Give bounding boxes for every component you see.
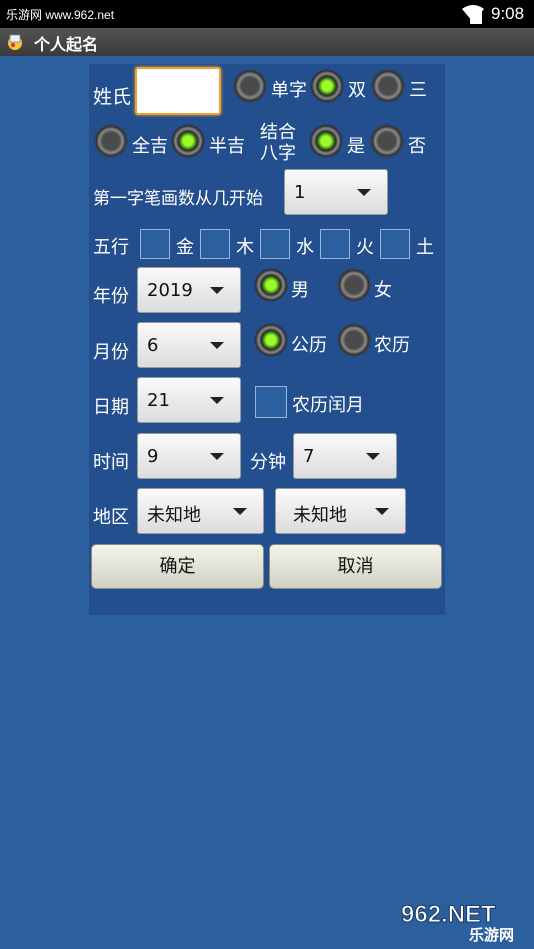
hour-value: 9 — [147, 446, 159, 467]
watermark-sub: 乐游网 — [469, 926, 514, 944]
chevron-down-icon — [210, 453, 224, 460]
checkbox-wood[interactable] — [200, 229, 230, 259]
bazi-label: 结合 八字 — [260, 122, 296, 164]
chevron-down-icon — [357, 189, 371, 196]
month-spinner[interactable]: 6 — [137, 322, 241, 368]
wuxing-label: 五行 — [93, 237, 129, 258]
chevron-down-icon — [366, 453, 380, 460]
watermark-logo: 962.NET 乐游网 — [401, 901, 515, 945]
checkbox-earth[interactable] — [380, 229, 410, 259]
first-stroke-value: 1 — [294, 182, 306, 203]
radio-all-lucky-label: 全吉 — [132, 136, 168, 157]
app-title: 个人起名 — [34, 35, 99, 54]
checkbox-water-label: 水 — [296, 237, 314, 258]
watermark-brand: 962.NET — [401, 901, 496, 928]
minute-value: 7 — [303, 446, 315, 467]
minute-label: 分钟 — [250, 452, 286, 473]
first-stroke-spinner[interactable]: 1 — [284, 169, 388, 215]
radio-bazi-no[interactable] — [371, 125, 403, 157]
radio-male[interactable] — [255, 269, 287, 301]
bazi-label-line1: 结合 — [260, 122, 296, 143]
status-time: 9:08 — [491, 4, 525, 23]
chevron-down-icon — [233, 508, 247, 515]
hour-label: 时间 — [93, 452, 129, 473]
checkbox-earth-label: 土 — [416, 237, 434, 258]
surname-input[interactable] — [135, 67, 221, 115]
day-spinner[interactable]: 21 — [137, 377, 241, 423]
radio-bazi-yes[interactable] — [310, 125, 342, 157]
radio-male-label: 男 — [291, 280, 309, 301]
radio-three-char-label: 三 — [409, 80, 427, 101]
radio-all-lucky[interactable] — [95, 125, 127, 157]
region-value-1: 未知地 — [147, 505, 201, 526]
year-value: 2019 — [147, 280, 193, 301]
radio-bazi-yes-label: 是 — [347, 136, 365, 157]
surname-label: 姓氏 — [93, 86, 132, 108]
region-spinner-province[interactable]: 未知地 — [137, 488, 264, 534]
year-label: 年份 — [93, 286, 129, 307]
status-left-text: 乐游网 www.962.net — [6, 8, 115, 22]
hour-spinner[interactable]: 9 — [137, 433, 241, 479]
checkbox-metal[interactable] — [140, 229, 170, 259]
radio-bazi-no-label: 否 — [408, 136, 426, 157]
radio-female-label: 女 — [374, 280, 392, 301]
month-label: 月份 — [93, 342, 129, 363]
checkbox-leap-month[interactable] — [255, 386, 287, 418]
status-bar: 乐游网 www.962.net 9:08 — [0, 0, 534, 28]
radio-half-lucky[interactable] — [172, 125, 204, 157]
chevron-down-icon — [375, 508, 389, 515]
year-spinner[interactable]: 2019 — [137, 267, 241, 313]
radio-lunar[interactable] — [338, 324, 370, 356]
checkbox-fire[interactable] — [320, 229, 350, 259]
day-value: 21 — [147, 390, 170, 411]
bazi-label-line2: 八字 — [260, 143, 296, 164]
radio-female[interactable] — [338, 269, 370, 301]
chevron-down-icon — [210, 287, 224, 294]
checkbox-metal-label: 金 — [176, 237, 194, 258]
battery-icon — [470, 6, 482, 24]
radio-solar-label: 公历 — [291, 335, 327, 356]
day-label: 日期 — [93, 397, 129, 418]
radio-single-char[interactable] — [234, 70, 266, 102]
region-value-2: 未知地 — [293, 505, 347, 526]
radio-three-char[interactable] — [372, 70, 404, 102]
ok-button[interactable]: 确定 — [91, 544, 264, 589]
checkbox-leap-month-label: 农历闰月 — [292, 395, 364, 416]
minute-spinner[interactable]: 7 — [293, 433, 397, 479]
radio-solar[interactable] — [255, 324, 287, 356]
app-icon — [8, 34, 22, 50]
first-stroke-label: 第一字笔画数从几开始 — [93, 189, 263, 209]
cancel-button[interactable]: 取消 — [269, 544, 442, 589]
checkbox-water[interactable] — [260, 229, 290, 259]
app-title-bar: 个人起名 — [0, 28, 534, 56]
radio-double-char[interactable] — [311, 70, 343, 102]
radio-single-char-label: 单字 — [271, 80, 307, 101]
radio-lunar-label: 农历 — [374, 335, 410, 356]
chevron-down-icon — [210, 342, 224, 349]
checkbox-wood-label: 木 — [236, 237, 254, 258]
region-label: 地区 — [93, 507, 129, 528]
radio-double-char-label: 双 — [348, 80, 366, 101]
chevron-down-icon — [210, 397, 224, 404]
month-value: 6 — [147, 335, 159, 356]
region-spinner-city[interactable]: 未知地 — [275, 488, 406, 534]
radio-half-lucky-label: 半吉 — [209, 136, 245, 157]
checkbox-fire-label: 火 — [356, 237, 374, 258]
